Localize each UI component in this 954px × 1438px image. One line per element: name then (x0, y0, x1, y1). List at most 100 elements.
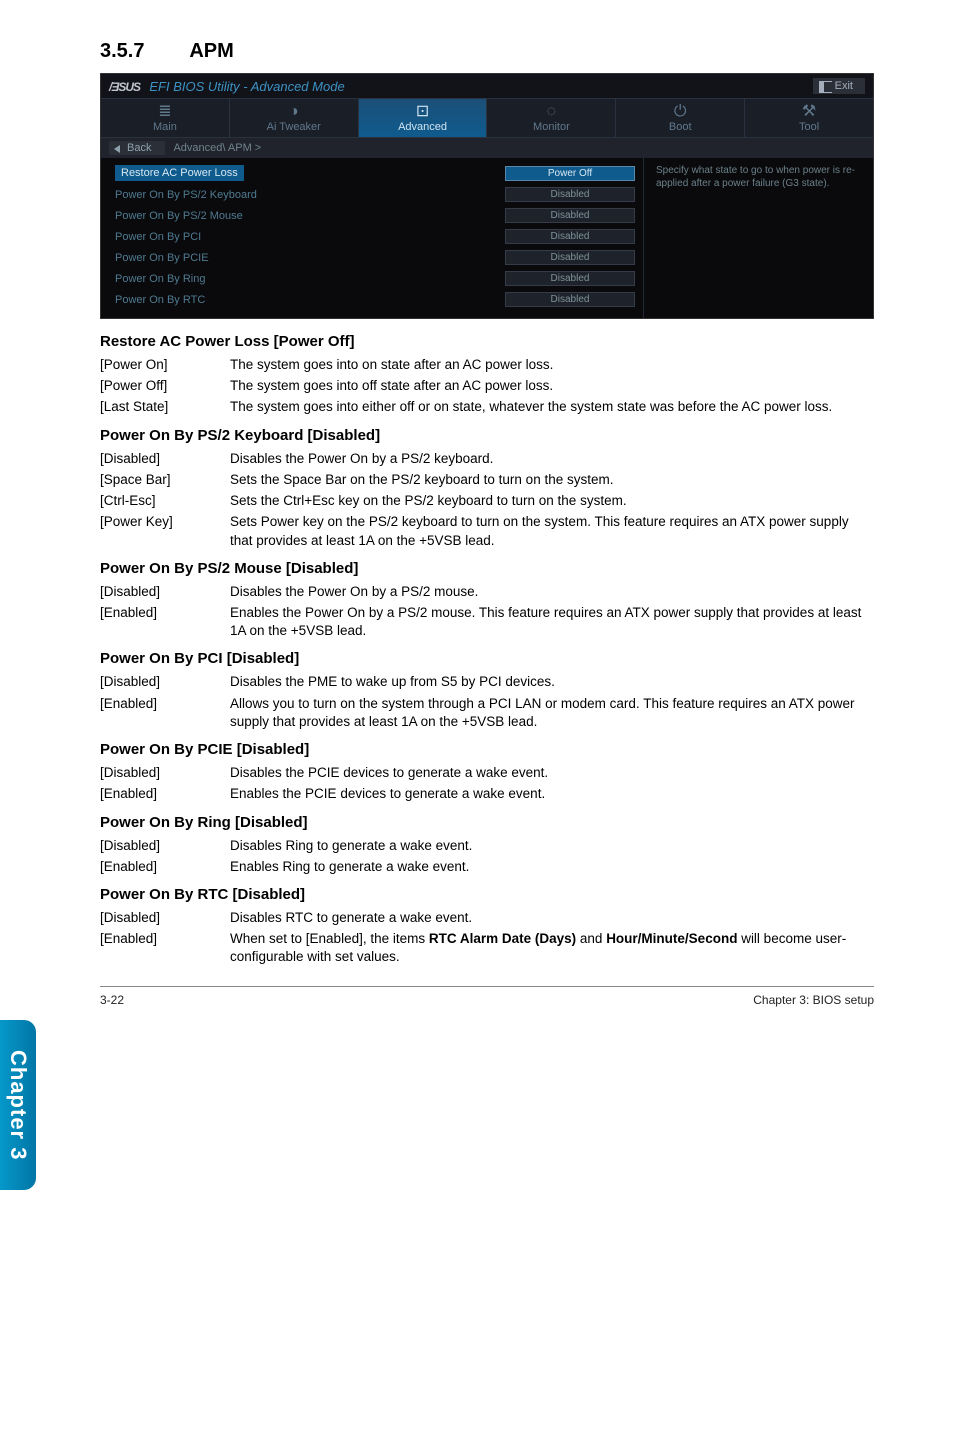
section-number: 3.5.7 (100, 40, 144, 62)
option-key: [Enabled] (100, 858, 230, 876)
tweaker-icon: ◑ (230, 105, 358, 119)
option-key: [Disabled] (100, 583, 230, 601)
option-description: Enables the Power On by a PS/2 mouse. Th… (230, 604, 874, 640)
option-description: Sets the Space Bar on the PS/2 keyboard … (230, 471, 874, 489)
bios-option-list: Restore AC Power Loss Power Off Power On… (101, 158, 643, 318)
option-key: [Power Key] (100, 513, 230, 549)
option-key: [Enabled] (100, 930, 230, 966)
option-description: Disables the PME to wake up from S5 by P… (230, 673, 874, 691)
option-table: [Disabled]Disables the PCIE devices to g… (100, 764, 874, 803)
nav-ai-tweaker[interactable]: ◑ Ai Tweaker (230, 99, 359, 137)
bios-row-value[interactable]: Disabled (505, 208, 635, 223)
option-key: [Disabled] (100, 837, 230, 855)
nav-boot[interactable]: ⏻ Boot (616, 99, 745, 137)
section-heading: 3.5.7 APM (100, 40, 874, 63)
option-key: [Enabled] (100, 695, 230, 731)
monitor-icon: ◌ (487, 105, 615, 119)
bios-row-label: Power On By PCI (115, 231, 201, 243)
section-title: APM (189, 40, 233, 62)
option-description: Sets the Ctrl+Esc key on the PS/2 keyboa… (230, 492, 874, 510)
option-description: The system goes into on state after an A… (230, 356, 874, 374)
bios-row-rtc[interactable]: Power On By RTC Disabled (115, 289, 635, 310)
bios-row-label: Power On By PS/2 Keyboard (115, 189, 257, 201)
option-description: Disables RTC to generate a wake event. (230, 909, 874, 927)
option-table: [Disabled]Disables the Power On by a PS/… (100, 450, 874, 550)
option-key: [Power On] (100, 356, 230, 374)
subsection-heading: Power On By PCI [Disabled] (100, 650, 874, 667)
bios-row-value[interactable]: Disabled (505, 271, 635, 286)
bios-row-value[interactable]: Disabled (505, 187, 635, 202)
footer-chapter-label: Chapter 3: BIOS setup (753, 993, 874, 1007)
bios-breadcrumb: Back Advanced\ APM > (101, 138, 873, 158)
nav-tool[interactable]: ⚒ Tool (745, 99, 873, 137)
bios-row-value[interactable]: Disabled (505, 250, 635, 265)
bios-row-ps2-mouse[interactable]: Power On By PS/2 Mouse Disabled (115, 205, 635, 226)
option-description: When set to [Enabled], the items RTC Ala… (230, 930, 874, 966)
bios-row-restore-ac[interactable]: Restore AC Power Loss Power Off (115, 162, 635, 184)
subsection-heading: Power On By Ring [Disabled] (100, 814, 874, 831)
option-key: [Ctrl-Esc] (100, 492, 230, 510)
bios-title: EFI BIOS Utility - Advanced Mode (149, 79, 344, 94)
bios-help-text: Specify what state to go to when power i… (643, 158, 873, 318)
option-key: [Enabled] (100, 604, 230, 640)
option-table: [Power On]The system goes into on state … (100, 356, 874, 417)
option-key: [Enabled] (100, 785, 230, 803)
bios-row-label: Restore AC Power Loss (115, 165, 244, 181)
page-footer: 3-22 Chapter 3: BIOS setup (100, 986, 874, 1007)
option-key: [Power Off] (100, 377, 230, 395)
option-description: The system goes into off state after an … (230, 377, 874, 395)
breadcrumb-path: Advanced\ APM > (173, 142, 261, 154)
nav-label: Monitor (533, 121, 570, 133)
bios-screenshot: /ƎSUS EFI BIOS Utility - Advanced Mode E… (100, 73, 874, 319)
option-description: Sets Power key on the PS/2 keyboard to t… (230, 513, 874, 549)
exit-button[interactable]: Exit (813, 78, 865, 94)
option-key: [Space Bar] (100, 471, 230, 489)
bios-row-label: Power On By Ring (115, 273, 205, 285)
page-number: 3-22 (100, 993, 124, 1007)
option-description: Disables the PCIE devices to generate a … (230, 764, 874, 782)
bios-brand-logo: /ƎSUS (109, 80, 140, 94)
tool-icon: ⚒ (745, 105, 873, 119)
subsection-heading: Restore AC Power Loss [Power Off] (100, 333, 874, 350)
option-table: [Disabled]Disables the PME to wake up fr… (100, 673, 874, 731)
power-icon: ⏻ (616, 105, 744, 119)
subsection-heading: Power On By PS/2 Keyboard [Disabled] (100, 427, 874, 444)
nav-advanced[interactable]: ⊡ Advanced (359, 99, 488, 137)
nav-label: Advanced (398, 121, 447, 133)
nav-monitor[interactable]: ◌ Monitor (487, 99, 616, 137)
subsection-heading: Power On By PCIE [Disabled] (100, 741, 874, 758)
chip-icon: ⊡ (359, 105, 487, 119)
bios-row-pcie[interactable]: Power On By PCIE Disabled (115, 247, 635, 268)
bios-row-pci[interactable]: Power On By PCI Disabled (115, 226, 635, 247)
nav-main[interactable]: ≣ Main (101, 99, 230, 137)
subsection-heading: Power On By RTC [Disabled] (100, 886, 874, 903)
nav-label: Main (153, 121, 177, 133)
bios-row-value[interactable]: Disabled (505, 292, 635, 307)
option-description: Allows you to turn on the system through… (230, 695, 874, 731)
bios-row-value[interactable]: Power Off (505, 166, 635, 181)
option-table: [Disabled]Disables the Power On by a PS/… (100, 583, 874, 641)
bios-row-label: Power On By PS/2 Mouse (115, 210, 243, 222)
option-description: Enables the PCIE devices to generate a w… (230, 785, 874, 803)
option-description: Enables Ring to generate a wake event. (230, 858, 874, 876)
bios-nav: ≣ Main ◑ Ai Tweaker ⊡ Advanced ◌ Monitor… (101, 98, 873, 138)
bios-row-ps2-keyboard[interactable]: Power On By PS/2 Keyboard Disabled (115, 184, 635, 205)
bios-row-ring[interactable]: Power On By Ring Disabled (115, 268, 635, 289)
subsection-heading: Power On By PS/2 Mouse [Disabled] (100, 560, 874, 577)
option-table: [Disabled]Disables Ring to generate a wa… (100, 837, 874, 876)
nav-label: Boot (669, 121, 692, 133)
option-description: Disables Ring to generate a wake event. (230, 837, 874, 855)
back-button[interactable]: Back (109, 141, 165, 155)
chapter-side-tab: Chapter 3 (0, 1020, 36, 1190)
option-description: Disables the Power On by a PS/2 keyboard… (230, 450, 874, 468)
nav-label: Tool (799, 121, 819, 133)
bios-row-value[interactable]: Disabled (505, 229, 635, 244)
option-description: The system goes into either off or on st… (230, 398, 874, 416)
option-key: [Disabled] (100, 450, 230, 468)
option-key: [Last State] (100, 398, 230, 416)
option-description: Disables the Power On by a PS/2 mouse. (230, 583, 874, 601)
nav-label: Ai Tweaker (267, 121, 321, 133)
option-key: [Disabled] (100, 673, 230, 691)
option-key: [Disabled] (100, 764, 230, 782)
option-key: [Disabled] (100, 909, 230, 927)
